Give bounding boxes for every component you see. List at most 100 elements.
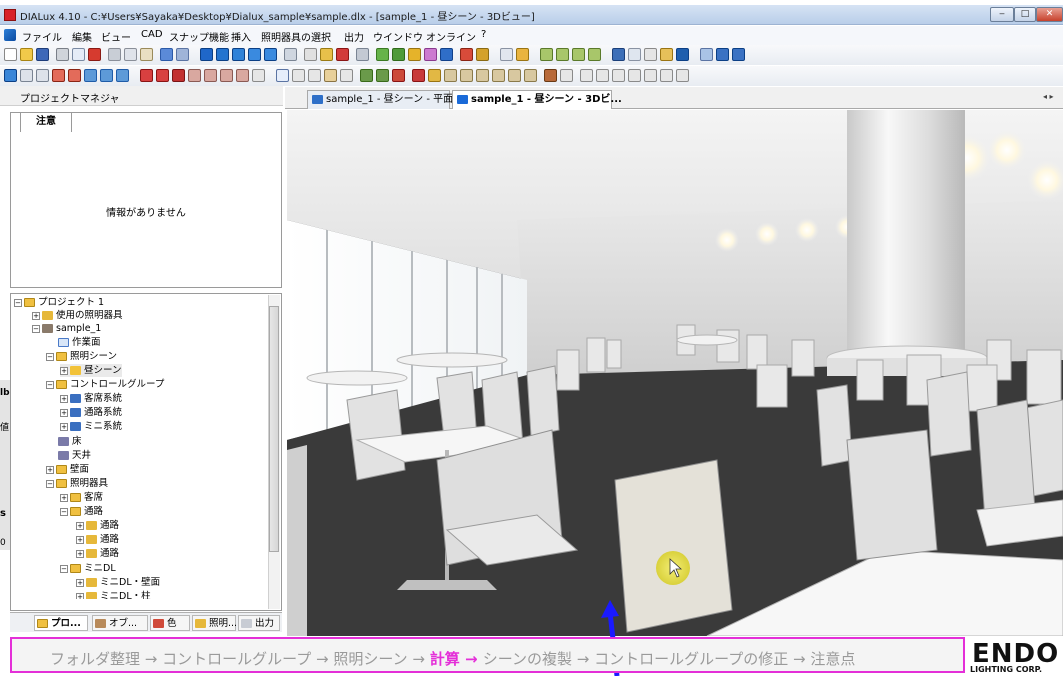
plant-obj-icon[interactable] <box>376 69 389 82</box>
chart-icon-2[interactable] <box>556 48 569 61</box>
tree-item-workplane[interactable]: 作業面 <box>58 336 101 349</box>
menu-snap[interactable]: スナップ機能 <box>169 29 229 44</box>
paste-icon[interactable] <box>140 48 153 61</box>
circle-icon[interactable] <box>660 69 673 82</box>
move-tool-icon[interactable] <box>20 69 33 82</box>
wire-icon[interactable] <box>304 48 317 61</box>
layout-icon-2[interactable] <box>716 48 729 61</box>
pan-hand-icon[interactable] <box>324 69 337 82</box>
tree-item-floor[interactable]: 床 <box>58 435 82 448</box>
zoom-icon[interactable] <box>292 69 305 82</box>
dim-icon[interactable] <box>596 69 609 82</box>
tree-scrollbar-thumb[interactable] <box>269 306 279 552</box>
menu-file[interactable]: ファイル <box>22 29 62 44</box>
measure-icon[interactable] <box>580 69 593 82</box>
tree-obj-icon[interactable] <box>360 69 373 82</box>
line-icon[interactable] <box>612 69 625 82</box>
arrange-red-icon-3[interactable] <box>172 69 185 82</box>
cut-icon[interactable] <box>108 48 121 61</box>
tree-item-day-scene[interactable]: + 昼シーン <box>60 364 122 377</box>
pdf-icon[interactable] <box>88 48 101 61</box>
color-icon[interactable] <box>424 48 437 61</box>
light-icon[interactable] <box>336 48 349 61</box>
select-tool-icon[interactable] <box>4 69 17 82</box>
arrange-icon-4[interactable] <box>188 69 201 82</box>
polyline-icon[interactable] <box>628 69 641 82</box>
print-icon[interactable] <box>56 48 69 61</box>
tab-notice[interactable]: 注意 <box>20 112 72 132</box>
arrange-icon-5[interactable] <box>204 69 217 82</box>
tree-item-aisle-folder[interactable]: − 通路 <box>60 505 103 518</box>
furniture-icon-5[interactable] <box>508 69 521 82</box>
folder-obj-icon[interactable] <box>428 69 441 82</box>
tree-item-control-groups[interactable]: − コントロールグループ <box>46 378 164 391</box>
tree-item-light-scenes[interactable]: − 照明シーン <box>46 350 117 363</box>
arrange-red-icon-2[interactable] <box>156 69 169 82</box>
raytrace-icon[interactable] <box>460 48 473 61</box>
tree-item-mini-group[interactable]: + ミニ系統 <box>60 420 122 433</box>
render-icon[interactable] <box>440 48 453 61</box>
tree-item-walls[interactable]: + 壁面 <box>46 463 89 476</box>
tab-project[interactable]: プロ... <box>34 615 88 631</box>
view-back-icon[interactable] <box>264 48 277 61</box>
pointer-icon[interactable] <box>276 69 289 82</box>
print-preview-icon[interactable] <box>72 48 85 61</box>
rotate-tool-icon[interactable] <box>36 69 49 82</box>
tree-item-mini-dl[interactable]: − ミニDL <box>60 562 116 575</box>
luminaire-icon[interactable] <box>320 48 333 61</box>
snap3-icon[interactable] <box>116 69 129 82</box>
close-button[interactable]: ✕ <box>1036 7 1063 22</box>
orbit-icon[interactable] <box>308 69 321 82</box>
calc-start-icon[interactable] <box>376 48 389 61</box>
view-3d-icon[interactable] <box>200 48 213 61</box>
guide-icon[interactable] <box>500 48 513 61</box>
view-side-icon[interactable] <box>232 48 245 61</box>
tree-item-seats[interactable]: + 客席 <box>60 491 103 504</box>
tab-3d-view[interactable]: sample_1 - 昼シーン - 3Dビ... <box>452 90 622 109</box>
menu-online[interactable]: オンライン <box>426 29 476 44</box>
undo-icon[interactable] <box>160 48 173 61</box>
tab-luminaires[interactable]: 照明... <box>192 615 237 631</box>
tree-item-luminaires[interactable]: − 照明器具 <box>46 477 108 490</box>
tree-item-project[interactable]: − プロジェクト 1 <box>14 296 104 309</box>
report-icon[interactable] <box>628 48 641 61</box>
furniture-icon-2[interactable] <box>460 69 473 82</box>
layout-icon-3[interactable] <box>732 48 745 61</box>
redo-icon[interactable] <box>176 48 189 61</box>
tab-colors[interactable]: 色 <box>150 615 190 631</box>
furniture-icon-1[interactable] <box>444 69 457 82</box>
furniture-icon-4[interactable] <box>492 69 505 82</box>
tab-plan-view[interactable]: sample_1 - 昼シーン - 平面図 <box>307 90 463 109</box>
maximize-button[interactable]: □ <box>1014 7 1036 22</box>
3d-viewport[interactable] <box>287 110 1063 636</box>
tree-item-ceiling[interactable]: 天井 <box>58 449 91 462</box>
export-icon[interactable] <box>476 48 489 61</box>
menu-insert[interactable]: 挿入 <box>231 29 251 44</box>
window-obj-icon[interactable] <box>560 69 573 82</box>
menu-output[interactable]: 出力 <box>344 29 364 44</box>
tab-objects[interactable]: オブ... <box>92 615 148 631</box>
menu-luminaire-selection[interactable]: 照明器具の選択 <box>261 29 331 44</box>
zoom-window-icon[interactable] <box>284 48 297 61</box>
rect-icon[interactable] <box>676 69 689 82</box>
arrange-red-icon-1[interactable] <box>140 69 153 82</box>
snap-icon[interactable] <box>84 69 97 82</box>
page-icon[interactable] <box>644 48 657 61</box>
red-obj-icon[interactable] <box>392 69 405 82</box>
tree-item-used-luminaires[interactable]: + 使用の照明器具 <box>32 309 123 322</box>
menu-cad[interactable]: CAD <box>141 29 163 40</box>
open-folder-icon[interactable] <box>20 48 33 61</box>
daylight-icon[interactable] <box>408 48 421 61</box>
menu-view[interactable]: ビュー <box>101 29 131 44</box>
tool-icon[interactable] <box>356 48 369 61</box>
save-icon[interactable] <box>36 48 49 61</box>
arrange-icon-6[interactable] <box>220 69 233 82</box>
menu-edit[interactable]: 編集 <box>72 29 92 44</box>
view-plan-icon[interactable] <box>216 48 229 61</box>
tree-item-aisle-2[interactable]: + 通路 <box>76 533 119 546</box>
tree-item-mini-dl-pillar[interactable]: + ミニDL・柱 <box>76 590 151 599</box>
arrange-icon-7[interactable] <box>236 69 249 82</box>
menu-help[interactable]: ? <box>481 29 486 40</box>
tree-item-aisle-group[interactable]: + 通路系統 <box>60 406 122 419</box>
furniture-icon-6[interactable] <box>524 69 537 82</box>
